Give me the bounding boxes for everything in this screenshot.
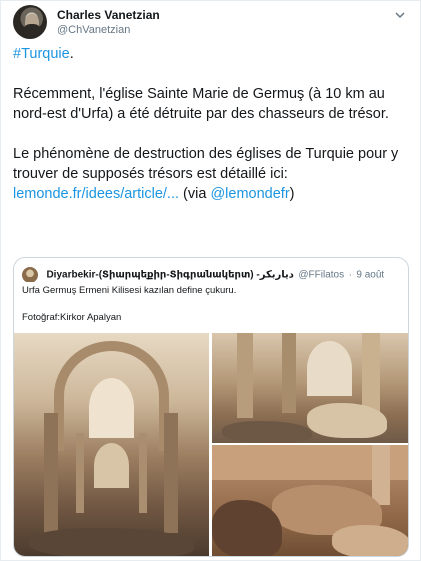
quoted-author-handle[interactable]: @FFilatos [298, 269, 344, 280]
photo-rubble [222, 421, 312, 443]
photo-pillar [237, 333, 253, 418]
author-names[interactable]: Charles Vanetzian @ChVanetzian [57, 8, 160, 38]
author-display-name[interactable]: Charles Vanetzian [57, 8, 160, 23]
quoted-tweet-text: Urfa Germuş Ermeni Kilisesi kazılan defi… [22, 285, 402, 324]
photo-arch [89, 378, 134, 438]
tweet-hashtag-line: #Turquie. [13, 44, 413, 64]
photo-arch [307, 341, 352, 396]
hashtag-link[interactable]: #Turquie [13, 46, 70, 62]
quoted-author-name[interactable]: Diyarbekir-(Տիարպեքիր-Տիգրանակերտ) -دیار… [46, 269, 293, 280]
quoted-text-line-1: Urfa Germuş Ermeni Kilisesi kazılan defi… [22, 285, 237, 296]
via-mention-link[interactable]: @lemondefr [210, 186, 289, 202]
quoted-separator: · [348, 269, 352, 281]
via-prefix: (via [179, 186, 211, 202]
photo-rubble [332, 525, 408, 556]
tweet-card: Charles Vanetzian @ChVanetzian #Turquie.… [0, 0, 421, 561]
photo-rubble [29, 528, 194, 556]
via-suffix: ) [289, 186, 295, 202]
photo-rubble [307, 403, 387, 438]
quoted-tweet[interactable]: Diyarbekir-(Տիարպեքիր-Տիգրանակերտ) -دیار… [13, 257, 409, 557]
photo-pillar [44, 413, 58, 533]
photo-arch [94, 443, 129, 488]
church-interior-photo-2[interactable] [212, 333, 408, 443]
photo-pillar [282, 333, 296, 413]
avatar[interactable] [13, 5, 47, 39]
tweet-paragraph-2: Le phénomène de destruction des églises … [13, 144, 413, 204]
photo-pillar [372, 445, 390, 505]
photo-pillar [76, 433, 84, 513]
church-interior-photo-1[interactable] [14, 333, 209, 556]
quoted-date[interactable]: 9 août [356, 269, 384, 280]
excavation-photo[interactable] [212, 445, 408, 556]
chevron-down-icon[interactable] [392, 9, 408, 25]
quoted-avatar[interactable] [22, 266, 38, 282]
paragraph-2-text: Le phénomène de destruction des églises … [13, 146, 399, 182]
article-link[interactable]: lemonde.fr/idees/article/... [13, 186, 179, 202]
photo-pillar [139, 433, 147, 513]
quoted-text-line-2: Fotoğraf:Kirkor Apalyan [22, 312, 122, 323]
quoted-tweet-header: Diyarbekir-(Տիարպեքիր-Տիգրանակերտ) -دیار… [22, 266, 400, 282]
photo-pillar [164, 413, 178, 533]
tweet-header: Charles Vanetzian @ChVanetzian [13, 5, 408, 45]
avatar-beard [24, 24, 40, 36]
author-handle[interactable]: @ChVanetzian [57, 23, 160, 38]
tweet-paragraph-1: Récemment, l'église Sainte Marie de Germ… [13, 86, 389, 122]
hashtag-suffix: . [69, 46, 74, 62]
tweet-body: #Turquie. Récemment, l'église Sainte Mar… [13, 44, 413, 224]
